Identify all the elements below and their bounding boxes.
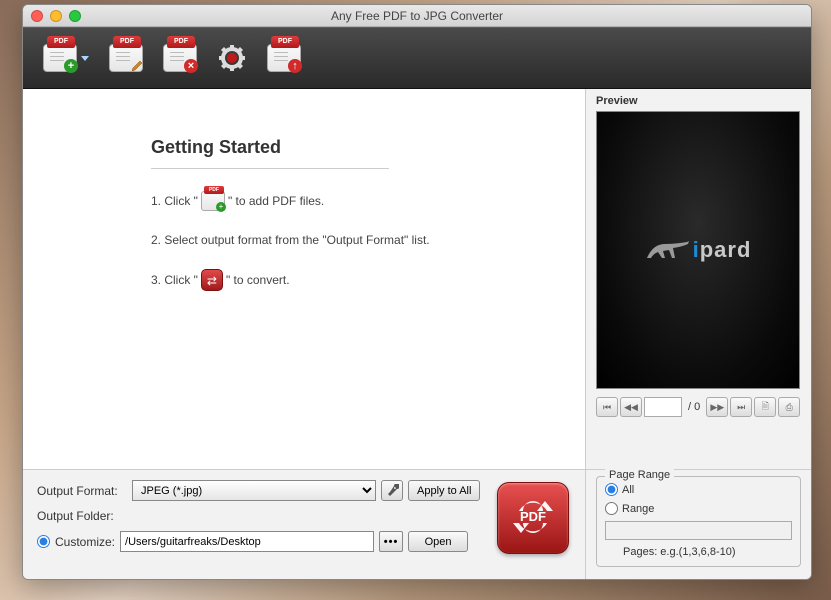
last-page-button[interactable]: ⏭ xyxy=(730,397,752,417)
export-pdf-button[interactable]: PDF ↑ xyxy=(267,44,301,72)
pencil-icon xyxy=(130,59,144,73)
output-folder-label: Output Folder: xyxy=(37,509,114,523)
page-input[interactable] xyxy=(644,397,682,417)
logo-text: ipard xyxy=(693,237,752,263)
page-range-range-radio[interactable] xyxy=(605,502,618,515)
settings-button[interactable] xyxy=(217,43,247,73)
divider xyxy=(151,168,389,169)
add-pdf-button[interactable]: PDF + xyxy=(43,44,89,72)
output-format-label: Output Format: xyxy=(37,484,127,498)
preview-label: Preview xyxy=(596,95,801,107)
page-range-fieldset: Page Range All Range Pages: e.g.(1,3,6,8… xyxy=(596,476,801,567)
edit-pdf-button[interactable]: PDF xyxy=(109,44,143,72)
open-folder-button[interactable]: Open xyxy=(408,531,468,552)
pdf-export-icon: PDF xyxy=(271,36,299,48)
page-range-panel: Page Range All Range Pages: e.g.(1,3,6,8… xyxy=(585,470,811,579)
traffic-lights xyxy=(31,10,81,22)
chevron-down-icon[interactable] xyxy=(81,56,89,61)
convert-button[interactable]: PDF xyxy=(497,482,569,554)
plus-icon: + xyxy=(64,59,78,73)
preview-nav: ⏮ ◀◀ / 0 ▶▶ ⏭ 🗎 ⎙ xyxy=(596,397,801,417)
convert-pdf-icon: PDF xyxy=(505,489,561,548)
arrow-up-icon: ↑ xyxy=(288,59,302,73)
prev-page-button[interactable]: ◀◀ xyxy=(620,397,642,417)
pdf-add-inline-icon: PDF+ xyxy=(201,191,225,211)
titlebar[interactable]: Any Free PDF to JPG Converter xyxy=(23,5,811,27)
cheetah-icon xyxy=(645,238,691,262)
page-range-input[interactable] xyxy=(605,521,792,540)
step-1: 1. Click " PDF+ " to add PDF files. xyxy=(151,191,547,211)
copy-button[interactable]: ⎙ xyxy=(778,397,800,417)
pdf-remove-icon: PDF xyxy=(167,36,195,48)
x-icon: × xyxy=(184,59,198,73)
page-range-all-radio[interactable] xyxy=(605,483,618,496)
snapshot-button[interactable]: 🗎 xyxy=(754,397,776,417)
content-area: Getting Started 1. Click " PDF+ " to add… xyxy=(23,89,811,469)
window-title: Any Free PDF to JPG Converter xyxy=(23,9,811,23)
step-3: 3. Click " " to convert. xyxy=(151,269,547,291)
format-settings-button[interactable] xyxy=(381,480,403,501)
pdf-edit-icon: PDF xyxy=(113,36,141,48)
first-page-button[interactable]: ⏮ xyxy=(596,397,618,417)
customize-label: Customize: xyxy=(55,535,115,549)
customize-radio[interactable] xyxy=(37,535,50,548)
app-window: Any Free PDF to JPG Converter PDF + PDF … xyxy=(22,4,812,580)
page-range-legend: Page Range xyxy=(605,469,674,481)
page-range-hint: Pages: e.g.(1,3,6,8-10) xyxy=(623,546,792,558)
svg-text:PDF: PDF xyxy=(520,509,546,524)
preview-panel: Preview ipard ⏮ ◀◀ / 0 ▶▶ ⏭ 🗎 ⎙ xyxy=(585,89,811,469)
close-button[interactable] xyxy=(31,10,43,22)
output-format-select[interactable]: JPEG (*.jpg) xyxy=(132,480,376,501)
preview-box: ipard xyxy=(596,111,800,389)
browse-button[interactable]: ••• xyxy=(379,531,403,552)
gear-icon xyxy=(217,43,247,73)
minimize-button[interactable] xyxy=(50,10,62,22)
output-path-input[interactable] xyxy=(120,531,374,552)
zoom-button[interactable] xyxy=(69,10,81,22)
pdf-add-icon: PDF xyxy=(47,36,75,48)
step-2: 2. Select output format from the "Output… xyxy=(151,233,547,247)
remove-pdf-button[interactable]: PDF × xyxy=(163,44,197,72)
page-range-all-label: All xyxy=(622,484,634,496)
convert-inline-icon xyxy=(201,269,223,291)
output-settings: Output Format: JPEG (*.jpg) Apply to All… xyxy=(23,470,585,579)
toolbar: PDF + PDF PDF × xyxy=(23,27,811,89)
page-total: / 0 xyxy=(684,401,704,413)
main-panel: Getting Started 1. Click " PDF+ " to add… xyxy=(23,89,585,469)
getting-started-title: Getting Started xyxy=(151,137,547,158)
next-page-button[interactable]: ▶▶ xyxy=(706,397,728,417)
apply-all-button[interactable]: Apply to All xyxy=(408,480,480,501)
wrench-icon xyxy=(385,484,399,498)
page-range-range-label: Range xyxy=(622,503,654,515)
tipard-logo: ipard xyxy=(645,237,752,263)
bottom-panel: Output Format: JPEG (*.jpg) Apply to All… xyxy=(23,469,811,579)
